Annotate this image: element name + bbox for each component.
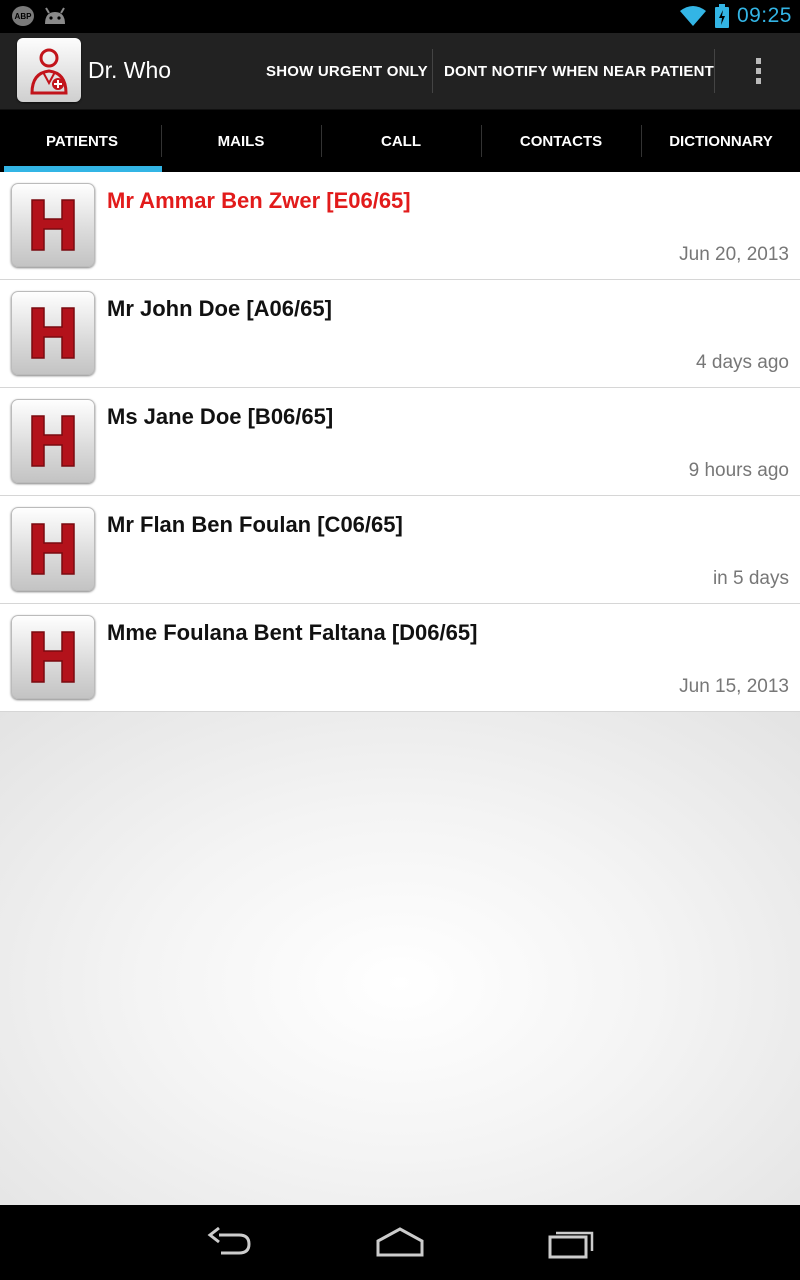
hospital-h-icon [11,291,95,375]
action-divider [432,49,433,93]
tab-mails[interactable]: MAILS [161,110,321,172]
back-icon[interactable] [205,1225,255,1261]
patient-name: Ms Jane Doe [B06/65] [107,404,334,429]
list-item[interactable]: Mme Foulana Bent Faltana [D06/65] Jun 15… [0,604,800,712]
home-icon[interactable] [375,1225,425,1261]
recent-apps-icon[interactable] [546,1225,596,1261]
list-item[interactable]: Mr Ammar Ben Zwer [E06/65] Jun 20, 2013 [0,172,800,280]
abp-icon: ABP [12,6,34,26]
show-urgent-only-button[interactable]: SHOW URGENT ONLY [266,33,428,109]
patient-date: in 5 days [712,568,789,589]
patient-date: Jun 20, 2013 [679,244,789,265]
action-bar: Dr. Who SHOW URGENT ONLY DONT NOTIFY WHE… [0,33,800,110]
empty-list-area [0,712,800,1205]
hospital-h-icon [11,183,95,267]
overflow-menu-icon[interactable] [744,33,772,109]
battery-charging-icon [714,4,729,28]
tab-dictionnary[interactable]: DICTIONNARY [641,110,800,172]
dont-notify-button[interactable]: DONT NOTIFY WHEN NEAR PATIENT [444,33,714,109]
list-item[interactable]: Mr Flan Ben Foulan [C06/65] in 5 days [0,496,800,604]
patient-name: Mr John Doe [A06/65] [107,296,332,321]
patient-name: Mme Foulana Bent Faltana [D06/65] [107,620,478,645]
hospital-h-icon [11,615,95,699]
app-title: Dr. Who [88,57,172,83]
patient-name: Mr Flan Ben Foulan [C06/65] [107,512,403,537]
tab-bar: PATIENTS MAILS CALL CONTACTS DICTIONNARY [0,110,800,172]
tab-contacts[interactable]: CONTACTS [481,110,641,172]
list-item[interactable]: Ms Jane Doe [B06/65] 9 hours ago [0,388,800,496]
doctor-icon [30,48,68,95]
clock: 09:25 [736,4,792,27]
patient-date: 9 hours ago [688,460,789,481]
patient-date: 4 days ago [696,352,789,373]
patient-name: Mr Ammar Ben Zwer [E06/65] [107,188,411,213]
wifi-icon [679,6,706,26]
status-bar: ABP 09:25 [0,0,800,33]
abp-label: ABP [14,11,32,21]
patient-list: Mr Ammar Ben Zwer [E06/65] Jun 20, 2013 … [0,172,800,712]
hospital-h-icon [11,507,95,591]
tab-patients[interactable]: PATIENTS [2,110,162,172]
hospital-h-icon [11,399,95,483]
list-item[interactable]: Mr John Doe [A06/65] 4 days ago [0,280,800,388]
navigation-bar [0,1205,800,1280]
android-icon [45,7,65,24]
tab-call[interactable]: CALL [321,110,481,172]
patient-date: Jun 15, 2013 [679,676,789,697]
action-divider [714,49,715,93]
app-icon[interactable] [17,38,81,102]
